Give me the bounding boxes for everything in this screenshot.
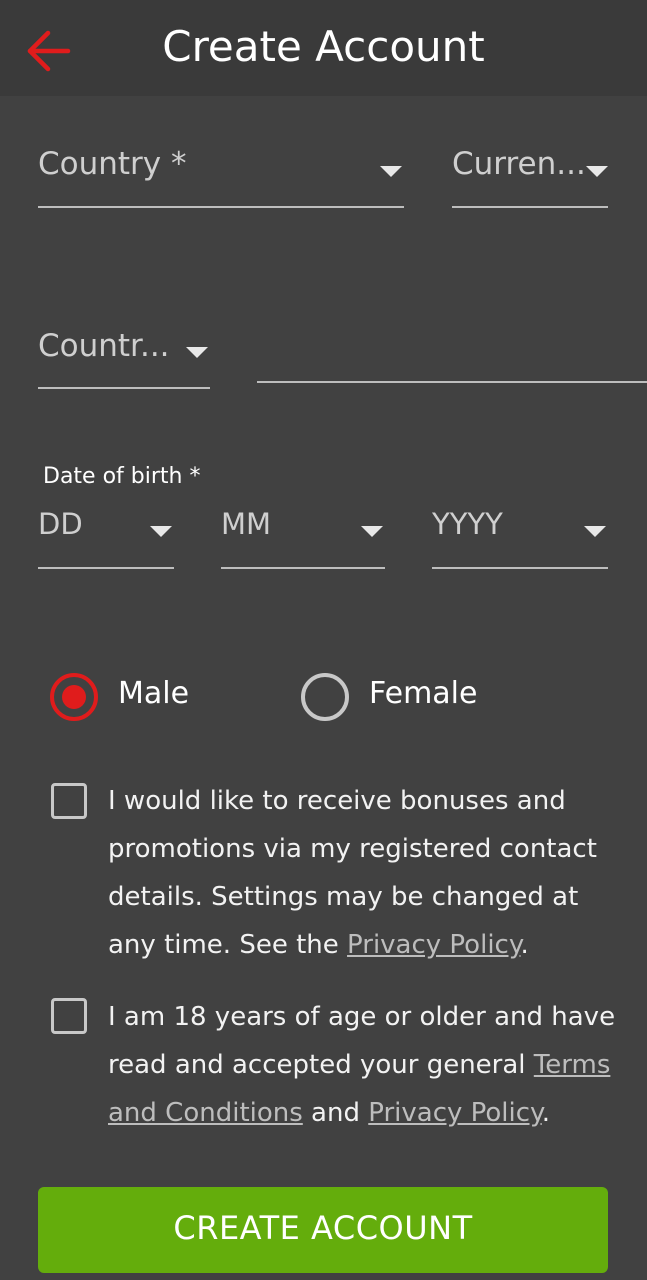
dob-month-select[interactable]: MM bbox=[221, 500, 385, 569]
privacy-policy-link[interactable]: Privacy Policy bbox=[347, 930, 520, 960]
bonuses-consent-text: I would like to receive bonuses and prom… bbox=[108, 777, 628, 969]
dob-month-placeholder: MM bbox=[221, 507, 272, 541]
chevron-down-icon bbox=[361, 526, 383, 537]
dob-year-select[interactable]: YYYY bbox=[432, 500, 608, 569]
chevron-down-icon bbox=[186, 347, 208, 358]
dob-label: Date of birth * bbox=[43, 464, 201, 489]
dob-day-placeholder: DD bbox=[38, 507, 83, 541]
page-title: Create Account bbox=[162, 22, 485, 71]
gender-female-radio[interactable]: Female bbox=[301, 668, 521, 722]
dob-year-placeholder: YYYY bbox=[432, 507, 503, 541]
age-mid: and bbox=[302, 1098, 369, 1128]
chevron-down-icon bbox=[150, 526, 172, 537]
gender-female-label: Female bbox=[369, 676, 478, 711]
radio-selected-icon bbox=[50, 673, 98, 721]
country-code-select[interactable]: Countr... bbox=[38, 322, 210, 389]
country-select[interactable]: Country * bbox=[38, 138, 404, 208]
age-consent-text: I am 18 years of age or older and have r… bbox=[108, 993, 628, 1137]
chevron-down-icon bbox=[584, 526, 606, 537]
app-header: Create Account bbox=[0, 0, 647, 96]
privacy-policy-link[interactable]: Privacy Policy bbox=[368, 1098, 541, 1128]
currency-placeholder: Curren... bbox=[452, 146, 586, 182]
phone-input[interactable] bbox=[257, 322, 647, 383]
country-code-placeholder: Countr... bbox=[38, 328, 170, 364]
create-account-button[interactable]: CREATE ACCOUNT bbox=[38, 1187, 608, 1273]
gender-male-radio[interactable]: Male bbox=[50, 668, 250, 722]
age-end: . bbox=[541, 1098, 550, 1128]
chevron-down-icon bbox=[586, 166, 608, 177]
gender-male-label: Male bbox=[118, 676, 190, 711]
age-checkbox[interactable] bbox=[51, 998, 87, 1034]
bonuses-checkbox[interactable] bbox=[51, 783, 87, 819]
country-placeholder: Country * bbox=[38, 146, 187, 182]
dob-day-select[interactable]: DD bbox=[38, 500, 174, 569]
chevron-down-icon bbox=[380, 166, 402, 177]
currency-select[interactable]: Curren... bbox=[452, 138, 608, 208]
radio-unselected-icon bbox=[301, 673, 349, 721]
bonuses-end: . bbox=[520, 930, 529, 960]
